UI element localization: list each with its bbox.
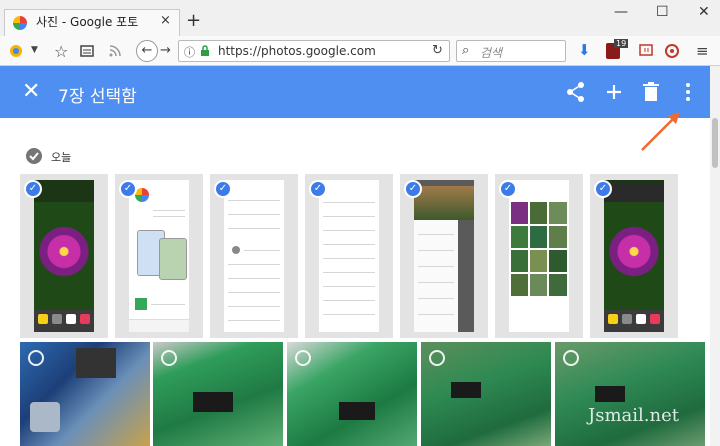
secure-lock-icon — [201, 45, 209, 56]
section-date-label: 오늘 — [51, 151, 72, 164]
share-icon[interactable] — [566, 81, 586, 103]
reload-icon[interactable]: ↻ — [432, 43, 443, 58]
selected-photo-card[interactable]: ✓ — [305, 174, 393, 338]
new-tab-button[interactable]: + — [186, 10, 201, 31]
selected-photo-card[interactable]: ✓ — [115, 174, 203, 338]
select-circle-icon[interactable] — [295, 350, 311, 366]
photo-tile[interactable] — [287, 342, 417, 446]
tab-close-icon[interactable]: × — [160, 13, 171, 28]
bookmark-star-icon[interactable]: ☆ — [54, 42, 68, 61]
selected-check-icon[interactable]: ✓ — [309, 180, 327, 198]
twitch-icon[interactable] — [638, 43, 654, 59]
close-window-icon[interactable]: ✕ — [698, 4, 710, 20]
selected-check-icon[interactable]: ✓ — [404, 180, 422, 198]
download-icon[interactable]: ⬇ — [578, 41, 591, 59]
selected-photo-card[interactable]: ✓ — [590, 174, 678, 338]
select-circle-icon[interactable] — [28, 350, 44, 366]
url-text: https://photos.google.com — [218, 44, 376, 58]
minimize-icon[interactable]: — — [614, 4, 628, 20]
selected-check-icon[interactable]: ✓ — [594, 180, 612, 198]
photo-tile[interactable] — [421, 342, 551, 446]
photo-tile[interactable] — [153, 342, 283, 446]
selected-photo-card[interactable]: ✓ — [210, 174, 298, 338]
tab-title: 사진 - Google 포토 — [36, 15, 139, 29]
back-button[interactable]: ← — [136, 40, 158, 62]
info-icon[interactable]: ⓘ — [184, 44, 195, 60]
search-placeholder: 검색 — [480, 46, 503, 60]
hamburger-menu-icon[interactable]: ≡ — [696, 42, 709, 60]
selection-count-title: 7장 선택함 — [58, 87, 137, 107]
watermark-text: Jsmail.net — [588, 405, 679, 426]
extension-icon[interactable] — [664, 43, 680, 59]
selected-photo-card[interactable]: ✓ — [495, 174, 583, 338]
selected-check-icon[interactable]: ✓ — [24, 180, 42, 198]
maximize-icon[interactable]: ☐ — [656, 4, 669, 20]
photo-tile[interactable] — [20, 342, 150, 446]
profile-icon[interactable] — [8, 43, 26, 59]
add-icon[interactable] — [604, 81, 624, 103]
photos-favicon-icon — [13, 16, 27, 30]
selected-check-icon[interactable]: ✓ — [499, 180, 517, 198]
search-input[interactable] — [456, 40, 566, 62]
selected-photo-card[interactable]: ✓ — [20, 174, 108, 338]
selected-check-icon[interactable]: ✓ — [214, 180, 232, 198]
select-circle-icon[interactable] — [563, 350, 579, 366]
badge-count: 19 — [614, 39, 629, 48]
close-selection-icon[interactable]: ✕ — [22, 79, 40, 104]
selected-photo-card[interactable]: ✓ — [400, 174, 488, 338]
section-select-check-icon[interactable] — [26, 148, 42, 164]
select-circle-icon[interactable] — [429, 350, 445, 366]
reader-icon[interactable] — [80, 44, 94, 58]
search-icon: ⌕ — [462, 43, 470, 58]
annotation-arrow-icon — [641, 112, 680, 151]
more-vert-icon[interactable] — [680, 81, 696, 103]
scrollbar-thumb[interactable] — [712, 118, 718, 168]
dropdown-icon[interactable]: ▼ — [31, 45, 38, 55]
forward-button[interactable]: → — [160, 43, 171, 58]
rss-icon[interactable] — [108, 44, 122, 58]
selected-check-icon[interactable]: ✓ — [119, 180, 137, 198]
photo-tile[interactable] — [555, 342, 705, 446]
select-circle-icon[interactable] — [161, 350, 177, 366]
delete-icon[interactable] — [642, 81, 660, 103]
